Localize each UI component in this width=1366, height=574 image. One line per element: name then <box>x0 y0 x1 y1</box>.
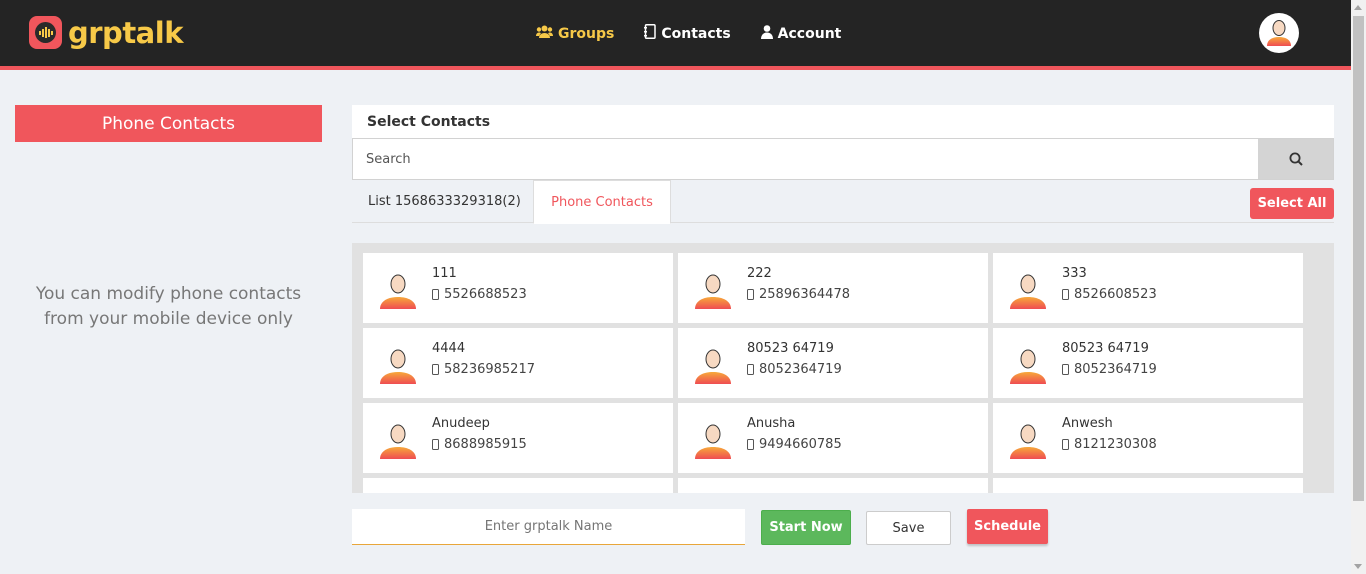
mobile-icon <box>1062 289 1069 300</box>
logo-mark-icon <box>29 16 62 49</box>
contact-card-partial[interactable] <box>363 478 673 493</box>
modify-contacts-note: You can modify phone contacts from your … <box>35 284 302 329</box>
start-now-button[interactable]: Start Now <box>761 510 851 545</box>
grptalk-name-input[interactable] <box>352 509 745 545</box>
contact-card[interactable]: 80523 64719 8052364719 <box>678 328 988 398</box>
contact-name: 4444 <box>432 341 466 356</box>
person-avatar-icon <box>695 349 731 384</box>
contact-phone: 8121230308 <box>1062 437 1157 452</box>
search-bar <box>352 138 1334 180</box>
contact-phone-number: 8052364719 <box>1074 362 1157 377</box>
nav-groups-label: Groups <box>558 25 615 42</box>
scroll-up-icon[interactable] <box>1354 5 1362 10</box>
contact-phone-number: 58236985217 <box>444 362 535 377</box>
contact-name: 333 <box>1062 266 1087 281</box>
contact-phone-number: 8526608523 <box>1074 287 1157 302</box>
person-avatar-icon <box>380 274 416 309</box>
address-book-icon <box>644 24 657 43</box>
search-button[interactable] <box>1258 139 1333 179</box>
contact-phone: 9494660785 <box>747 437 842 452</box>
person-avatar-icon <box>1010 274 1046 309</box>
mobile-icon <box>432 289 439 300</box>
contact-card[interactable]: 111 5526688523 <box>363 253 673 323</box>
contact-card-partial[interactable] <box>993 478 1303 493</box>
contact-name: 111 <box>432 266 457 281</box>
mobile-icon <box>432 364 439 375</box>
contact-phone-number: 8688985915 <box>444 437 527 452</box>
groups-icon <box>536 25 553 42</box>
contact-name: Anudeep <box>432 416 490 431</box>
person-avatar-icon <box>695 424 731 459</box>
grptalk-logo[interactable]: grptalk <box>29 16 183 49</box>
main-nav: Groups Contacts Account <box>536 24 871 43</box>
person-avatar-icon <box>1010 424 1046 459</box>
contact-phone-number: 8052364719 <box>759 362 842 377</box>
contact-card[interactable]: 333 8526608523 <box>993 253 1303 323</box>
contact-name: Anusha <box>747 416 796 431</box>
select-all-button[interactable]: Select All <box>1250 188 1334 219</box>
contacts-grid[interactable]: 111 5526688523 222 25896364478 333 85266… <box>352 243 1334 493</box>
contact-card-partial[interactable] <box>678 478 988 493</box>
person-avatar-icon <box>380 424 416 459</box>
profile-avatar[interactable] <box>1259 13 1299 53</box>
top-navbar: grptalk Groups Contacts Account <box>0 0 1351 66</box>
contact-phone-number: 25896364478 <box>759 287 850 302</box>
user-icon <box>760 24 773 43</box>
person-avatar-icon <box>1010 349 1046 384</box>
nav-account[interactable]: Account <box>760 24 842 43</box>
phone-contacts-heading: Phone Contacts <box>15 105 322 142</box>
contact-name: 80523 64719 <box>747 341 834 356</box>
header-accent-line <box>0 66 1351 70</box>
contact-phone: 8526608523 <box>1062 287 1157 302</box>
tab-list[interactable]: List 1568633329318(2) <box>352 180 537 223</box>
nav-groups[interactable]: Groups <box>536 24 614 43</box>
mobile-icon <box>1062 439 1069 450</box>
contact-phone-number: 9494660785 <box>759 437 842 452</box>
contact-phone: 58236985217 <box>432 362 535 377</box>
nav-contacts-label: Contacts <box>661 25 731 42</box>
scroll-thumb[interactable] <box>1353 16 1364 501</box>
contact-phone: 8052364719 <box>1062 362 1157 377</box>
mobile-icon <box>1062 364 1069 375</box>
mobile-icon <box>747 439 754 450</box>
mobile-icon <box>747 289 754 300</box>
contact-phone: 8688985915 <box>432 437 527 452</box>
contact-card[interactable]: 4444 58236985217 <box>363 328 673 398</box>
contact-card[interactable]: 80523 64719 8052364719 <box>993 328 1303 398</box>
contact-card[interactable]: 222 25896364478 <box>678 253 988 323</box>
nav-contacts[interactable]: Contacts <box>644 24 731 43</box>
schedule-button[interactable]: Schedule <box>967 509 1048 544</box>
contact-name: 80523 64719 <box>1062 341 1149 356</box>
search-input[interactable] <box>353 139 1258 179</box>
save-button[interactable]: Save <box>866 511 951 545</box>
contact-tabs: List 1568633329318(2) Phone Contacts <box>352 180 1334 224</box>
person-avatar-icon <box>695 274 731 309</box>
contact-phone: 8052364719 <box>747 362 842 377</box>
contact-card[interactable]: Anwesh 8121230308 <box>993 403 1303 473</box>
mobile-icon <box>432 439 439 450</box>
contact-phone-number: 8121230308 <box>1074 437 1157 452</box>
contact-card[interactable]: Anusha 9494660785 <box>678 403 988 473</box>
mobile-icon <box>747 364 754 375</box>
select-contacts-title: Select Contacts <box>352 105 1334 138</box>
tab-phone-contacts[interactable]: Phone Contacts <box>533 180 671 224</box>
person-avatar-icon <box>380 349 416 384</box>
nav-account-label: Account <box>777 25 842 42</box>
search-icon <box>1289 152 1303 166</box>
scroll-down-icon[interactable] <box>1354 564 1362 569</box>
logo-text: grptalk <box>68 15 183 50</box>
contact-phone: 5526688523 <box>432 287 527 302</box>
contact-phone-number: 5526688523 <box>444 287 527 302</box>
contact-name: Anwesh <box>1062 416 1113 431</box>
contact-name: 222 <box>747 266 772 281</box>
contact-card[interactable]: Anudeep 8688985915 <box>363 403 673 473</box>
contact-phone: 25896364478 <box>747 287 850 302</box>
page-scrollbar[interactable] <box>1351 0 1366 574</box>
